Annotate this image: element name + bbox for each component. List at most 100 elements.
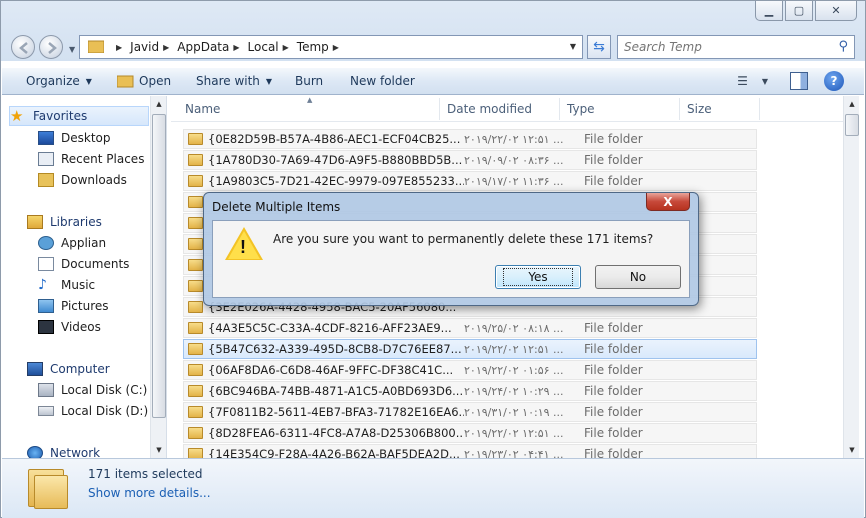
file-list-scrollbar[interactable]: ▲ ▼ [843,96,859,458]
scroll-thumb[interactable] [152,114,166,418]
breadcrumb-javid[interactable]: Javid ▶ [130,40,177,54]
open-button[interactable]: Open [117,74,171,88]
nav-label: Favorites [33,109,88,123]
table-row[interactable]: {14E354C9-F28A-4A26-B62A-BAF5DEA2D... ۲۰۱… [183,444,757,458]
search-input[interactable] [624,40,824,54]
scroll-up-icon[interactable]: ▲ [844,96,860,112]
maximize-button[interactable]: ▢ [785,1,813,21]
nav-local-disk-c[interactable]: Local Disk (C:) [38,380,147,400]
show-more-details-link[interactable]: Show more details... [88,486,211,500]
dialog-close-button[interactable]: X [646,193,690,211]
address-bar[interactable]: ▶ Javid ▶ AppData ▶ Local ▶ Temp ▶ ▼ [79,35,583,59]
table-row[interactable]: {0E82D59B-B57A-4B86-AEC1-ECF04CB25... ۲۰۱… [183,129,757,149]
new-folder-button[interactable]: New folder [350,74,415,88]
nav-recent-places[interactable]: Recent Places [38,149,144,169]
breadcrumb-local[interactable]: Local ▶ [248,40,297,54]
nav-computer[interactable]: Computer [27,359,110,379]
close-window-button[interactable]: ✕ [815,1,857,21]
preview-pane-button[interactable] [790,72,808,90]
table-row[interactable]: {06AF8DA6-C6D8-46AF-9FFC-DF38C41C... ۲۰۱۹… [183,360,757,380]
yes-button[interactable]: Yes [495,265,581,289]
dialog-body: ! Are you sure you want to permanently d… [212,220,690,298]
table-row[interactable]: {1A9803C5-7D21-42EC-9979-097E855233... ۲۰… [183,171,757,191]
column-divider[interactable] [759,98,760,120]
folder-icon [188,427,203,439]
nav-documents[interactable]: Documents [38,254,129,274]
breadcrumb-label: Javid [130,40,160,54]
column-size[interactable]: Size [687,102,712,116]
nav-label: Recent Places [61,152,145,166]
breadcrumb-label: Local [247,40,279,54]
nav-desktop[interactable]: Desktop [38,128,111,148]
share-with-button[interactable]: Share with ▼ [196,74,272,88]
column-name[interactable]: Name [185,102,220,116]
nav-music[interactable]: ♪ Music [38,275,95,295]
chevron-down-icon: ▼ [265,76,273,86]
nav-label: Applian [61,236,107,250]
file-name: {6BC946BA-74BB-4871-A1C5-A0BD693D6... [208,384,464,398]
file-date-modified: ۲۰۱۹/۲۲/۰۲ ۱۲:۵۱ ... [464,132,564,146]
organize-button[interactable]: Organize ▼ [26,74,92,88]
folder-icon [188,154,203,166]
nav-pictures[interactable]: Pictures [38,296,109,316]
burn-button[interactable]: Burn [295,74,323,88]
file-type: File folder [584,405,643,419]
search-box[interactable]: ⚲ [617,35,855,59]
scroll-thumb[interactable] [845,114,859,136]
owl-icon [38,236,54,250]
change-view-button[interactable]: ☰ ▼ [737,74,768,88]
recent-pages-dropdown[interactable]: ▼ [69,45,75,54]
table-row[interactable]: {4A3E5C5C-C33A-4CDF-8216-AFF23AE9... ۲۰۱۹… [183,318,757,338]
pane-splitter[interactable] [166,96,170,458]
nav-label: Computer [50,362,110,376]
folder-icon [188,217,203,229]
minimize-button[interactable]: ▁ [755,1,783,21]
file-date-modified: ۲۰۱۹/۲۵/۰۲ ۰۸:۱۸ ... [464,321,564,335]
file-name: {5B47C632-A339-495D-8CB8-D7C76EE87... [208,342,462,356]
table-row[interactable]: {1A780D30-7A69-47D6-A9F5-B880BBD5B... ۲۰۱… [183,150,757,170]
nav-videos[interactable]: Videos [38,317,101,337]
column-divider[interactable] [439,98,440,120]
organize-label: Organize [26,74,80,88]
refresh-button[interactable]: ⇆ [587,35,611,59]
column-divider[interactable] [679,98,680,120]
address-dropdown-icon[interactable]: ▼ [570,42,576,51]
column-divider[interactable] [559,98,560,120]
scroll-up-icon[interactable]: ▲ [151,96,167,112]
nav-downloads[interactable]: Downloads [38,170,127,190]
minimize-icon: ▁ [764,4,774,17]
file-type: File folder [584,447,643,458]
folder-icon [188,196,203,208]
nav-label: Local Disk (D:) [61,404,149,418]
file-type: File folder [584,321,643,335]
nav-libraries[interactable]: Libraries [27,212,102,232]
nav-scrollbar[interactable]: ▲ ▼ [150,96,166,458]
scroll-down-icon[interactable]: ▼ [151,442,167,458]
scroll-down-icon[interactable]: ▼ [844,442,860,458]
dialog-message: Are you sure you want to permanently del… [273,232,654,246]
search-icon[interactable]: ⚲ [838,39,848,54]
file-date-modified: ۲۰۱۹/۲۴/۰۲ ۱۰:۲۹ ... [464,384,564,398]
back-button[interactable] [11,35,35,59]
folder-icon [188,448,203,458]
column-date-modified[interactable]: Date modified [447,102,532,116]
help-button[interactable]: ? [824,71,844,91]
table-row[interactable]: {6BC946BA-74BB-4871-A1C5-A0BD693D6... ۲۰۱… [183,381,757,401]
crumb-arrow-root[interactable]: ▶ [112,43,130,52]
breadcrumb-temp[interactable]: Temp ▶ [297,40,347,54]
nav-applian[interactable]: Applian [38,233,106,253]
nav-label: Libraries [50,215,102,229]
no-button[interactable]: No [595,265,681,289]
forward-button[interactable] [39,35,63,59]
nav-favorites[interactable]: ★ Favorites [9,106,149,126]
table-row[interactable]: {8D28FEA6-6311-4FC8-A7A8-D25306B800... ۲۰… [183,423,757,443]
nav-label: Documents [61,257,130,271]
downloads-icon [38,173,54,187]
breadcrumb-appdata[interactable]: AppData ▶ [177,40,247,54]
table-row[interactable]: {5B47C632-A339-495D-8CB8-D7C76EE87... ۲۰۱… [183,339,757,359]
table-row[interactable]: {7F0811B2-5611-4EB7-BFA3-71782E16EA6... ۲… [183,402,757,422]
nav-local-disk-d[interactable]: Local Disk (D:) [38,401,148,421]
column-type[interactable]: Type [567,102,595,116]
nav-network[interactable]: Network [27,443,100,458]
folder-icon [188,343,203,355]
